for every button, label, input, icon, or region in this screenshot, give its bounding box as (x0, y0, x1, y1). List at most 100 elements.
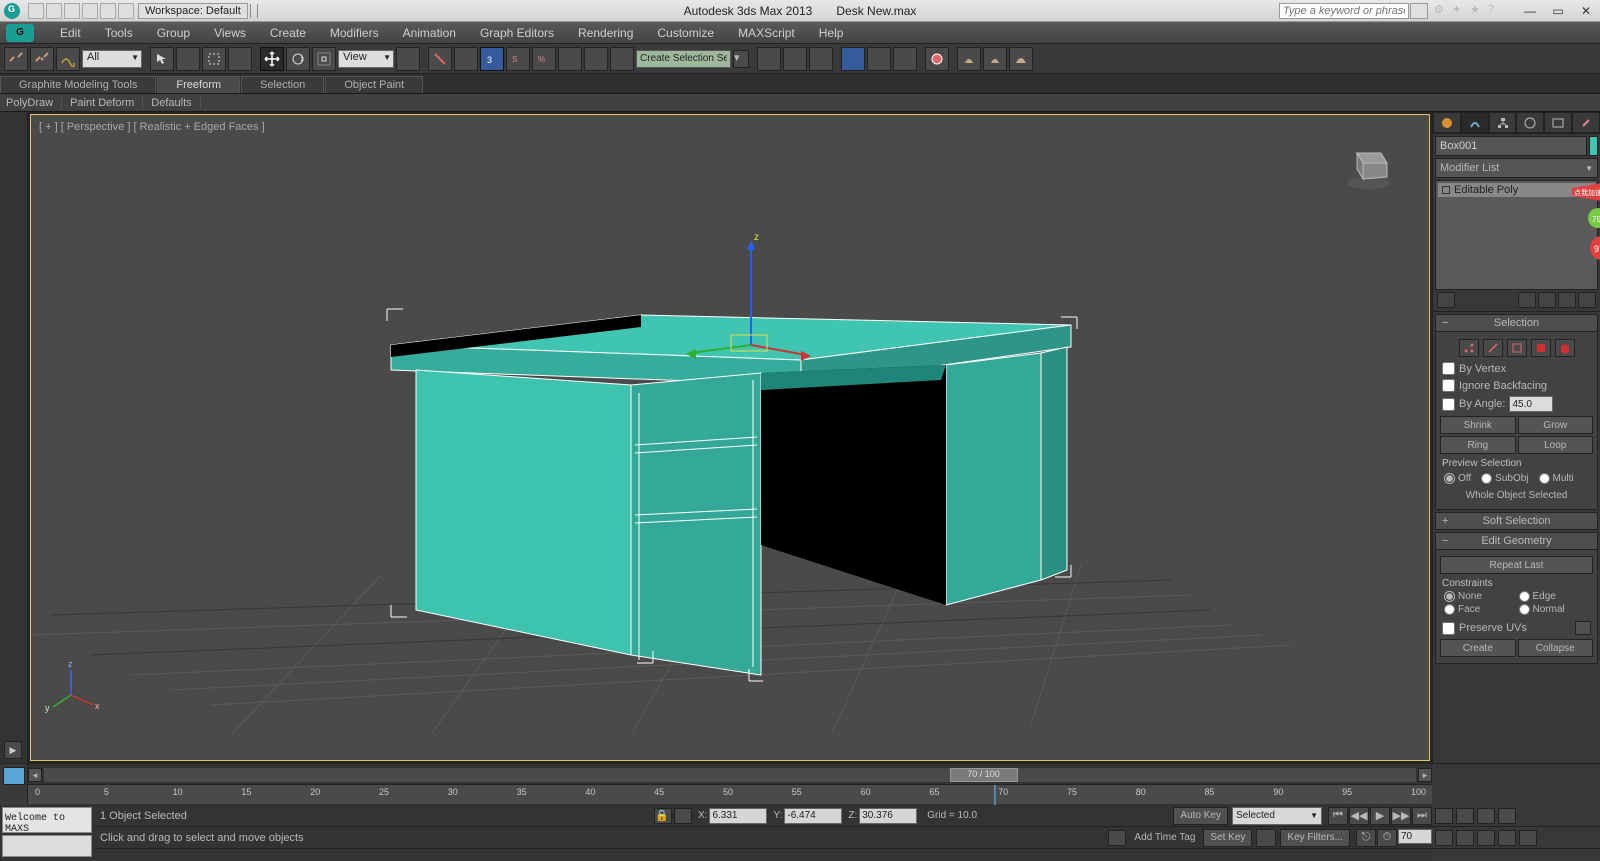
material-editor-icon[interactable] (925, 47, 949, 71)
ribbon-sub-defaults[interactable]: Defaults (151, 97, 200, 109)
key-mode-dropdown[interactable]: Selected (1232, 807, 1322, 825)
object-name-input[interactable] (1435, 136, 1587, 156)
constraint-none-radio[interactable] (1444, 591, 1455, 602)
configure-sets-icon[interactable] (1578, 292, 1596, 308)
object-color-swatch[interactable] (1589, 136, 1598, 156)
coord-y-input[interactable]: -6.474 (784, 808, 842, 824)
selection-lock-toggle-icon[interactable] (1456, 808, 1474, 824)
menu-help[interactable]: Help (807, 26, 856, 40)
collapse-button[interactable]: Collapse (1518, 639, 1594, 657)
auto-key-button[interactable]: Auto Key (1173, 807, 1228, 825)
keyboard-shortcut-override-icon[interactable] (454, 47, 478, 71)
qat-new-icon[interactable] (28, 3, 44, 19)
ignore-backfacing-checkbox[interactable] (1442, 379, 1455, 392)
select-and-scale-icon[interactable] (312, 47, 336, 71)
timeslider-prev-button[interactable]: ◂ (28, 768, 42, 782)
select-and-move-icon[interactable] (260, 47, 284, 71)
remove-modifier-icon[interactable] (1558, 292, 1576, 308)
maximize-button[interactable]: ▭ (1544, 2, 1572, 20)
workspace-dropdown-icon[interactable] (250, 4, 258, 18)
loop-button[interactable]: Loop (1518, 436, 1594, 454)
set-key-mode-icon[interactable] (3, 767, 25, 785)
curve-editor-icon[interactable] (867, 47, 891, 71)
make-unique-icon[interactable] (1538, 292, 1556, 308)
time-slider-track[interactable]: 70 / 100 (44, 768, 1416, 782)
ribbon-sub-paintdeform[interactable]: Paint Deform (70, 97, 143, 109)
menu-tools[interactable]: Tools (93, 26, 145, 40)
rollout-selection-header[interactable]: −Selection (1435, 314, 1598, 332)
align-icon[interactable] (783, 47, 807, 71)
selection-filter-dropdown[interactable]: All (82, 50, 142, 68)
qat-undo-icon[interactable] (82, 3, 98, 19)
rollout-edit-geometry-header[interactable]: −Edit Geometry (1435, 532, 1598, 550)
zoom-icon[interactable] (1477, 808, 1495, 824)
link-icon[interactable] (4, 47, 28, 71)
subobj-border-icon[interactable] (1507, 339, 1527, 357)
menu-customize[interactable]: Customize (645, 26, 726, 40)
ribbon-tab-freeform[interactable]: Freeform (157, 76, 240, 93)
bind-spacewarp-icon[interactable] (56, 47, 80, 71)
stack-expand-icon[interactable] (1442, 186, 1450, 194)
preview-subobj-radio[interactable] (1481, 473, 1492, 484)
current-frame-input[interactable] (1398, 829, 1432, 844)
maxscript-mini-listener[interactable]: Welcome to MAXS (2, 807, 92, 833)
application-menu-button[interactable]: G (6, 24, 34, 42)
timeslider-next-button[interactable]: ▸ (1418, 768, 1432, 782)
constraint-face-radio[interactable] (1444, 604, 1455, 615)
preserve-uvs-settings-icon[interactable] (1575, 621, 1591, 635)
by-angle-checkbox[interactable] (1442, 398, 1455, 411)
qat-save-icon[interactable] (64, 3, 80, 19)
menu-maxscript[interactable]: MAXScript (726, 26, 807, 40)
subobj-vertex-icon[interactable] (1459, 339, 1479, 357)
isolate-selection-icon[interactable] (1435, 808, 1453, 824)
preview-multi-radio[interactable] (1539, 473, 1550, 484)
subobj-polygon-icon[interactable] (1531, 339, 1551, 357)
named-sel-sets-icon[interactable] (610, 47, 634, 71)
favorites-icon[interactable]: ★ (1470, 3, 1486, 19)
qat-project-icon[interactable] (118, 3, 134, 19)
ribbon-tab-graphite[interactable]: Graphite Modeling Tools (0, 76, 156, 93)
next-frame-icon[interactable]: ▶▶ (1391, 807, 1411, 825)
key-filters-button[interactable]: Key Filters... (1280, 829, 1350, 847)
cmd-tab-display-icon[interactable] (1544, 112, 1572, 133)
close-button[interactable]: ✕ (1572, 2, 1600, 20)
mirror-icon[interactable] (757, 47, 781, 71)
key-mode-toggle-icon[interactable]: ⎋ (1356, 829, 1376, 847)
accelerator-badge[interactable]: 点我加速 75 97 (1572, 182, 1600, 272)
pin-stack-icon[interactable] (1437, 292, 1455, 308)
use-pivot-center-icon[interactable] (396, 47, 420, 71)
time-config-icon[interactable]: ⏱ (1377, 829, 1397, 847)
select-by-name-icon[interactable] (176, 47, 200, 71)
qat-redo-icon[interactable] (100, 3, 116, 19)
workspace-selector[interactable]: Workspace: Default (138, 3, 248, 19)
menu-views[interactable]: Views (202, 26, 258, 40)
angle-snap-icon[interactable]: S (506, 47, 530, 71)
zoom-all-icon[interactable] (1498, 808, 1516, 824)
rendered-frame-window-icon[interactable] (983, 47, 1007, 71)
time-tag-icon[interactable] (1108, 830, 1126, 846)
cmd-tab-modify-icon[interactable] (1461, 112, 1489, 133)
modifier-list-dropdown[interactable]: Modifier List (1435, 158, 1598, 178)
absolute-relative-icon[interactable] (674, 808, 692, 824)
current-frame-marker[interactable] (994, 785, 996, 805)
menu-rendering[interactable]: Rendering (566, 26, 645, 40)
key-mode-icon[interactable] (1256, 829, 1276, 847)
schematic-view-icon[interactable] (893, 47, 917, 71)
named-selection-input[interactable] (636, 50, 731, 68)
maxscript-input[interactable] (2, 835, 92, 857)
cmd-tab-utilities-icon[interactable] (1572, 112, 1600, 133)
viewport-perspective[interactable]: [ + ] [ Perspective ] [ Realistic + Edge… (30, 114, 1430, 761)
constraint-normal-radio[interactable] (1519, 604, 1530, 615)
unlink-icon[interactable] (30, 47, 54, 71)
graphite-toggle-icon[interactable] (841, 47, 865, 71)
viewcube[interactable] (1339, 135, 1399, 195)
edit-named-sel-icon[interactable] (584, 47, 608, 71)
goto-end-icon[interactable]: ⏭ (1412, 807, 1432, 825)
ref-coord-dropdown[interactable]: View (338, 50, 394, 68)
create-button[interactable]: Create (1440, 639, 1516, 657)
window-crossing-icon[interactable] (228, 47, 252, 71)
by-angle-spinner[interactable]: 45.0 (1509, 396, 1553, 412)
percent-snap-icon[interactable]: % (532, 47, 556, 71)
select-object-icon[interactable] (150, 47, 174, 71)
subscription-icon[interactable]: ⚙ (1434, 3, 1450, 19)
